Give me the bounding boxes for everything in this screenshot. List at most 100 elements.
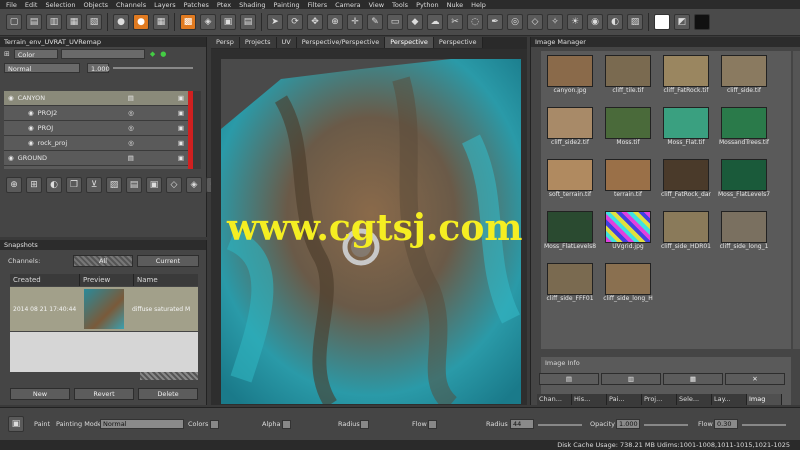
menu-item-view[interactable]: View [369,1,384,9]
panel-tab[interactable]: Pai... [607,394,642,405]
menu-item-tools[interactable]: Tools [392,1,408,9]
eraser-icon[interactable]: ▭ [387,14,403,30]
export-icon[interactable]: ▦ [66,14,82,30]
menu-item-selection[interactable]: Selection [45,1,75,9]
target-icon[interactable]: ◎ [507,14,523,30]
paint-sphere-icon[interactable]: ● [133,14,149,30]
viewport-tab[interactable]: Perspective [433,37,483,48]
channel-name-field[interactable] [60,49,145,59]
new-image-button[interactable]: ▤ [539,373,599,385]
save-icon[interactable]: ▥ [46,14,62,30]
snapshot-scrollbar[interactable] [140,372,198,380]
revert-snapshot-button[interactable]: Revert [74,388,134,400]
zoom-icon[interactable]: ⊕ [327,14,343,30]
grid-icon[interactable]: ▦ [153,14,169,30]
projection-icon[interactable]: ◈ [200,14,216,30]
layer-row[interactable]: ◉ CANYON ▤ ▣ [4,91,188,106]
new-file-icon[interactable]: ▢ [6,14,22,30]
image-thumbnail[interactable]: UVgrid.jpg [603,211,653,253]
image-thumbnail[interactable]: cliff_side2.tif [545,107,595,149]
layer-row[interactable]: ◉ PROJ ◎ ▣ [4,121,188,136]
panel-tab[interactable]: Lay... [712,394,747,405]
layer-row[interactable]: ◉ PROJ2 ◎ ▣ [4,106,188,121]
image-thumbnail[interactable]: Moss.tif [603,107,653,149]
image-thumbnail[interactable]: cliff_FatRock_dar [661,159,711,201]
column-preview[interactable]: Preview [80,274,134,286]
visibility-eye-icon[interactable]: ◉ [8,154,14,162]
radius-checkbox[interactable] [360,420,369,429]
image-thumbnail[interactable]: cliff_side_long_1 [719,211,769,253]
channel-select[interactable]: Color [13,49,58,59]
panel-tab[interactable]: Sele... [677,394,712,405]
open-file-icon[interactable]: ▤ [26,14,42,30]
opacity-slider[interactable] [113,67,193,69]
layer-row[interactable]: ◉ rock_proj ◎ ▣ [4,136,188,151]
layer-lock-icon[interactable]: ▣ [178,124,184,132]
column-created[interactable]: Created [10,274,80,286]
menu-item-python[interactable]: Python [416,1,439,9]
adjust-layer-icon[interactable]: ◐ [46,177,62,193]
menu-item-nuke[interactable]: Nuke [447,1,464,9]
tile-icon[interactable]: ▣ [220,14,236,30]
menu-item-channels[interactable]: Channels [116,1,146,9]
menu-item-shading[interactable]: Shading [239,1,265,9]
rotate-icon[interactable]: ⟳ [287,14,303,30]
image-grid-scrollbar[interactable] [793,51,800,349]
background-color-icon[interactable] [694,14,710,30]
flow-checkbox[interactable] [428,420,437,429]
menu-item-patches[interactable]: Patches [184,1,209,9]
smudge-icon[interactable]: ☁ [427,14,443,30]
opacity-field-bottom[interactable]: 1.000 [616,419,640,429]
alpha-checkbox[interactable] [282,420,291,429]
layer-lock-icon[interactable]: ▣ [178,94,184,102]
image-thumbnail[interactable]: Moss_FlatLevels7 [718,159,770,201]
mask-icon[interactable]: ◐ [607,14,623,30]
image-thumbnail[interactable]: cliff_side_long_H [603,263,653,305]
panel-tab[interactable]: His... [572,394,607,405]
eyedropper-icon[interactable]: ✒ [487,14,503,30]
image-thumbnail[interactable]: soft_terrain.tif [545,159,595,201]
mask-layer-icon[interactable]: ▨ [106,177,122,193]
radius-field[interactable]: 44 [510,419,534,429]
opacity-field[interactable]: 1.000 [87,63,110,73]
menu-item-file[interactable]: File [6,1,17,9]
add-group-icon[interactable]: ⊞ [26,177,42,193]
open-image-button[interactable]: ▥ [601,373,661,385]
visibility-eye-icon[interactable]: ◉ [28,139,34,147]
menu-item-painting[interactable]: Painting [273,1,299,9]
layers-icon[interactable]: ▤ [240,14,256,30]
paint-mode-icon[interactable]: ▩ [180,14,196,30]
transform-icon[interactable]: ◇ [527,14,543,30]
blend-mode-select[interactable]: Normal [4,63,80,73]
light-icon[interactable]: ☀ [567,14,583,30]
add-channel-icon[interactable]: ◆ [150,50,155,58]
menu-item-camera[interactable]: Camera [335,1,361,9]
viewport-tab[interactable]: UV [276,37,297,48]
delete-snapshot-button[interactable]: Delete [138,388,198,400]
move-icon[interactable]: ✛ [347,14,363,30]
import-icon[interactable]: ▧ [86,14,102,30]
menu-item-filters[interactable]: Filters [308,1,327,9]
menu-item-layers[interactable]: Layers [154,1,176,9]
clone-icon[interactable]: ✂ [447,14,463,30]
visibility-eye-icon[interactable]: ◉ [8,94,14,102]
viewport-tab[interactable]: Perspective/Perspective [296,37,386,48]
flow-slider[interactable] [742,424,786,426]
image-thumbnail[interactable]: cliff_side_FFF01 [545,263,595,305]
stencil-icon[interactable]: ◈ [186,177,202,193]
panel-tab[interactable]: Imag [747,394,782,405]
menu-item-edit[interactable]: Edit [25,1,38,9]
layer-row[interactable]: ◉ GROUND ▤ ▣ [4,151,188,166]
delete-image-button[interactable]: ✕ [725,373,785,385]
layer-lock-icon[interactable]: ▣ [178,109,184,117]
visibility-eye-icon[interactable]: ◉ [28,124,34,132]
visibility-eye-icon[interactable]: ◉ [28,109,34,117]
menu-item-ptex[interactable]: Ptex [217,1,231,9]
image-thumbnail[interactable]: MossandTrees.tif [719,107,769,149]
blur-icon[interactable]: ◌ [467,14,483,30]
colors-checkbox[interactable] [210,420,219,429]
image-thumbnail[interactable]: Moss_Flat.tif [661,107,711,149]
image-thumbnail[interactable]: cliff_side_HDR01 [661,211,711,253]
paint-tool-icon[interactable]: ▣ [8,416,24,432]
camera-icon[interactable]: ◉ [587,14,603,30]
